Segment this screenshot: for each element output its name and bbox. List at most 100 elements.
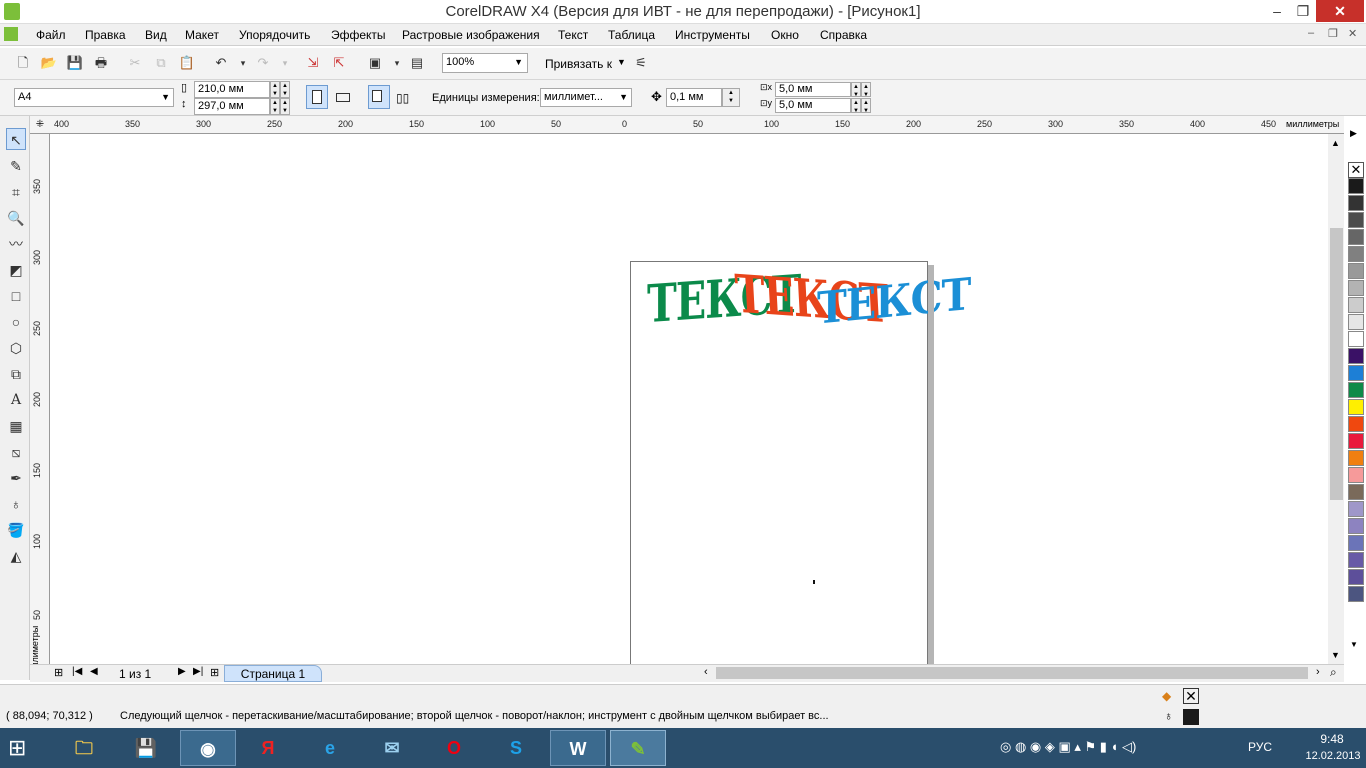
ruler-origin-icon[interactable]: ⁜ <box>30 116 50 134</box>
menu-item[interactable]: Окно <box>771 28 799 42</box>
copy-icon[interactable]: ⧉ <box>152 54 170 72</box>
pick-tool-icon[interactable]: ↖ <box>6 128 26 150</box>
scroll-up-icon[interactable]: ▲ <box>1331 138 1340 148</box>
skype-icon[interactable]: S <box>488 730 544 766</box>
maximize-button[interactable]: ❐ <box>1288 0 1318 22</box>
current-page-icon[interactable]: ▯▯ <box>396 91 409 105</box>
outline-color-swatch[interactable] <box>1183 709 1199 725</box>
launcher-dropdown-icon[interactable]: ▾ <box>388 54 406 72</box>
menu-item[interactable]: Макет <box>185 28 219 42</box>
clock-date[interactable]: 12.02.2013 <box>1300 750 1366 762</box>
options-icon[interactable]: ⚟ <box>632 54 650 72</box>
snap-to-dropdown[interactable]: Привязать к <box>545 57 612 71</box>
menu-item[interactable]: Справка <box>820 28 867 42</box>
rectangle-tool-icon[interactable]: □ <box>6 285 26 307</box>
yandex-icon[interactable]: Я <box>240 730 296 766</box>
menu-item[interactable]: Файл <box>36 28 66 42</box>
palette-scroll-icon[interactable]: ▶ <box>1350 128 1357 139</box>
dup-x-spinner-2[interactable]: ▲ ▼ <box>861 82 871 98</box>
text-tool-icon[interactable]: A <box>6 389 26 411</box>
add-page-icon[interactable]: ⊞ <box>54 666 63 679</box>
scroll-thumb[interactable] <box>1330 228 1343 500</box>
nudge-field[interactable]: 0,1 мм <box>666 88 722 107</box>
scroll-down-icon[interactable]: ▼ <box>1331 650 1340 660</box>
menu-item[interactable]: Таблица <box>608 28 655 42</box>
interactive-blend-tool-icon[interactable]: ⧅ <box>6 441 26 463</box>
welcome-screen-icon[interactable]: ▤ <box>408 54 426 72</box>
color-swatch[interactable] <box>1348 467 1364 483</box>
color-swatch[interactable] <box>1348 382 1364 398</box>
menu-item[interactable]: Инструменты <box>675 28 750 42</box>
menu-item[interactable]: Текст <box>558 28 588 42</box>
redo-icon[interactable]: ↷ <box>254 54 272 72</box>
zoom-levels-select[interactable]: 100% ▼ <box>442 53 528 73</box>
menu-item[interactable]: Упорядочить <box>239 28 310 42</box>
color-swatch[interactable] <box>1348 348 1364 364</box>
doc-minimize-icon[interactable]: – <box>1308 27 1314 39</box>
fill-none-swatch[interactable]: ✕ <box>1183 688 1199 704</box>
export-icon[interactable]: ⇱ <box>330 54 348 72</box>
eyedropper-tool-icon[interactable]: ✒ <box>6 467 26 489</box>
drawing-canvas[interactable]: ТЕКСТ ТЕКСТ ТЕКСТ <box>51 135 1328 665</box>
start-windows-icon[interactable]: ⊞ <box>8 736 26 760</box>
dup-x-spinner[interactable]: ▲ ▼ <box>851 82 861 98</box>
horizontal-scroll-thumb[interactable] <box>716 667 1308 679</box>
color-swatch[interactable] <box>1348 484 1364 500</box>
clock-time[interactable]: 9:48 <box>1302 732 1362 746</box>
palette-down-icon[interactable]: ▼ <box>1350 640 1358 649</box>
navigator-zoom-icon[interactable]: ⌕ <box>1330 665 1337 680</box>
color-swatch[interactable] <box>1348 416 1364 432</box>
color-swatch[interactable] <box>1348 518 1364 534</box>
dup-y-spinner-2[interactable]: ▲ ▼ <box>861 98 871 114</box>
vertical-scrollbar[interactable]: ▲ ▼ <box>1328 134 1344 664</box>
color-swatch[interactable] <box>1348 365 1364 381</box>
color-swatch[interactable] <box>1348 212 1364 228</box>
interactive-fill-tool-icon[interactable]: ◭ <box>6 545 26 567</box>
color-swatch[interactable] <box>1348 263 1364 279</box>
landscape-icon[interactable] <box>336 93 350 102</box>
text-object[interactable]: ТЕКСТ <box>817 268 970 334</box>
shape-tool-icon[interactable]: ✎ <box>6 155 26 177</box>
last-page-icon[interactable]: ▶| <box>193 666 203 677</box>
color-swatch[interactable] <box>1348 569 1364 585</box>
dup-y-spinner[interactable]: ▲ ▼ <box>851 98 861 114</box>
horizontal-ruler[interactable]: 400 350 300 250 200 150 100 50 0 50 100 150 200 250 30… <box>30 116 1344 134</box>
coreldraw-icon[interactable]: ✎ <box>610 730 666 766</box>
menu-item[interactable]: Эффекты <box>331 28 386 42</box>
add-page-after-icon[interactable]: ⊞ <box>210 666 219 679</box>
units-select[interactable]: миллимет... ▼ <box>540 88 632 107</box>
scroll-right-icon[interactable]: › <box>1316 666 1320 678</box>
crop-tool-icon[interactable]: ⌗ <box>6 181 26 203</box>
print-icon[interactable]: 🖶 <box>92 54 110 72</box>
new-document-icon[interactable]: 🗋 <box>14 54 32 72</box>
close-button[interactable]: ✕ <box>1316 0 1364 22</box>
color-swatch[interactable] <box>1348 229 1364 245</box>
menu-item[interactable]: Правка <box>85 28 126 42</box>
prev-page-icon[interactable]: ◀ <box>90 666 98 677</box>
doc-close-icon[interactable]: ✕ <box>1348 27 1357 40</box>
page-width-field[interactable]: 210,0 мм <box>194 81 270 98</box>
outline-tool-icon[interactable]: ♁ <box>6 493 26 515</box>
ie-icon[interactable]: e <box>302 730 358 766</box>
menu-item[interactable]: Вид <box>145 28 167 42</box>
duplicate-x-field[interactable]: 5,0 мм <box>775 82 851 97</box>
cut-icon[interactable]: ✂ <box>126 54 144 72</box>
height-lock-spinner[interactable]: ▲ ▼ <box>280 98 290 115</box>
paste-icon[interactable]: 📋 <box>178 54 196 72</box>
open-icon[interactable]: 📂 <box>40 54 58 72</box>
menu-item[interactable]: Растровые изображения <box>402 28 540 42</box>
all-pages-button[interactable] <box>368 85 390 109</box>
next-page-icon[interactable]: ▶ <box>178 666 186 677</box>
nudge-spinner[interactable]: ▲ ▼ <box>722 88 740 107</box>
color-swatch[interactable] <box>1348 178 1364 194</box>
height-spinner[interactable]: ▲ ▼ <box>270 98 280 115</box>
color-swatch[interactable] <box>1348 297 1364 313</box>
application-launcher-icon[interactable]: ▣ <box>366 54 384 72</box>
polygon-tool-icon[interactable]: ⬡ <box>6 337 26 359</box>
color-swatch[interactable] <box>1348 246 1364 262</box>
color-swatch[interactable] <box>1348 501 1364 517</box>
import-icon[interactable]: ⇲ <box>304 54 322 72</box>
undo-dropdown-icon[interactable]: ▾ <box>234 54 252 72</box>
color-swatch[interactable] <box>1348 399 1364 415</box>
redo-dropdown-icon[interactable]: ▾ <box>276 54 294 72</box>
